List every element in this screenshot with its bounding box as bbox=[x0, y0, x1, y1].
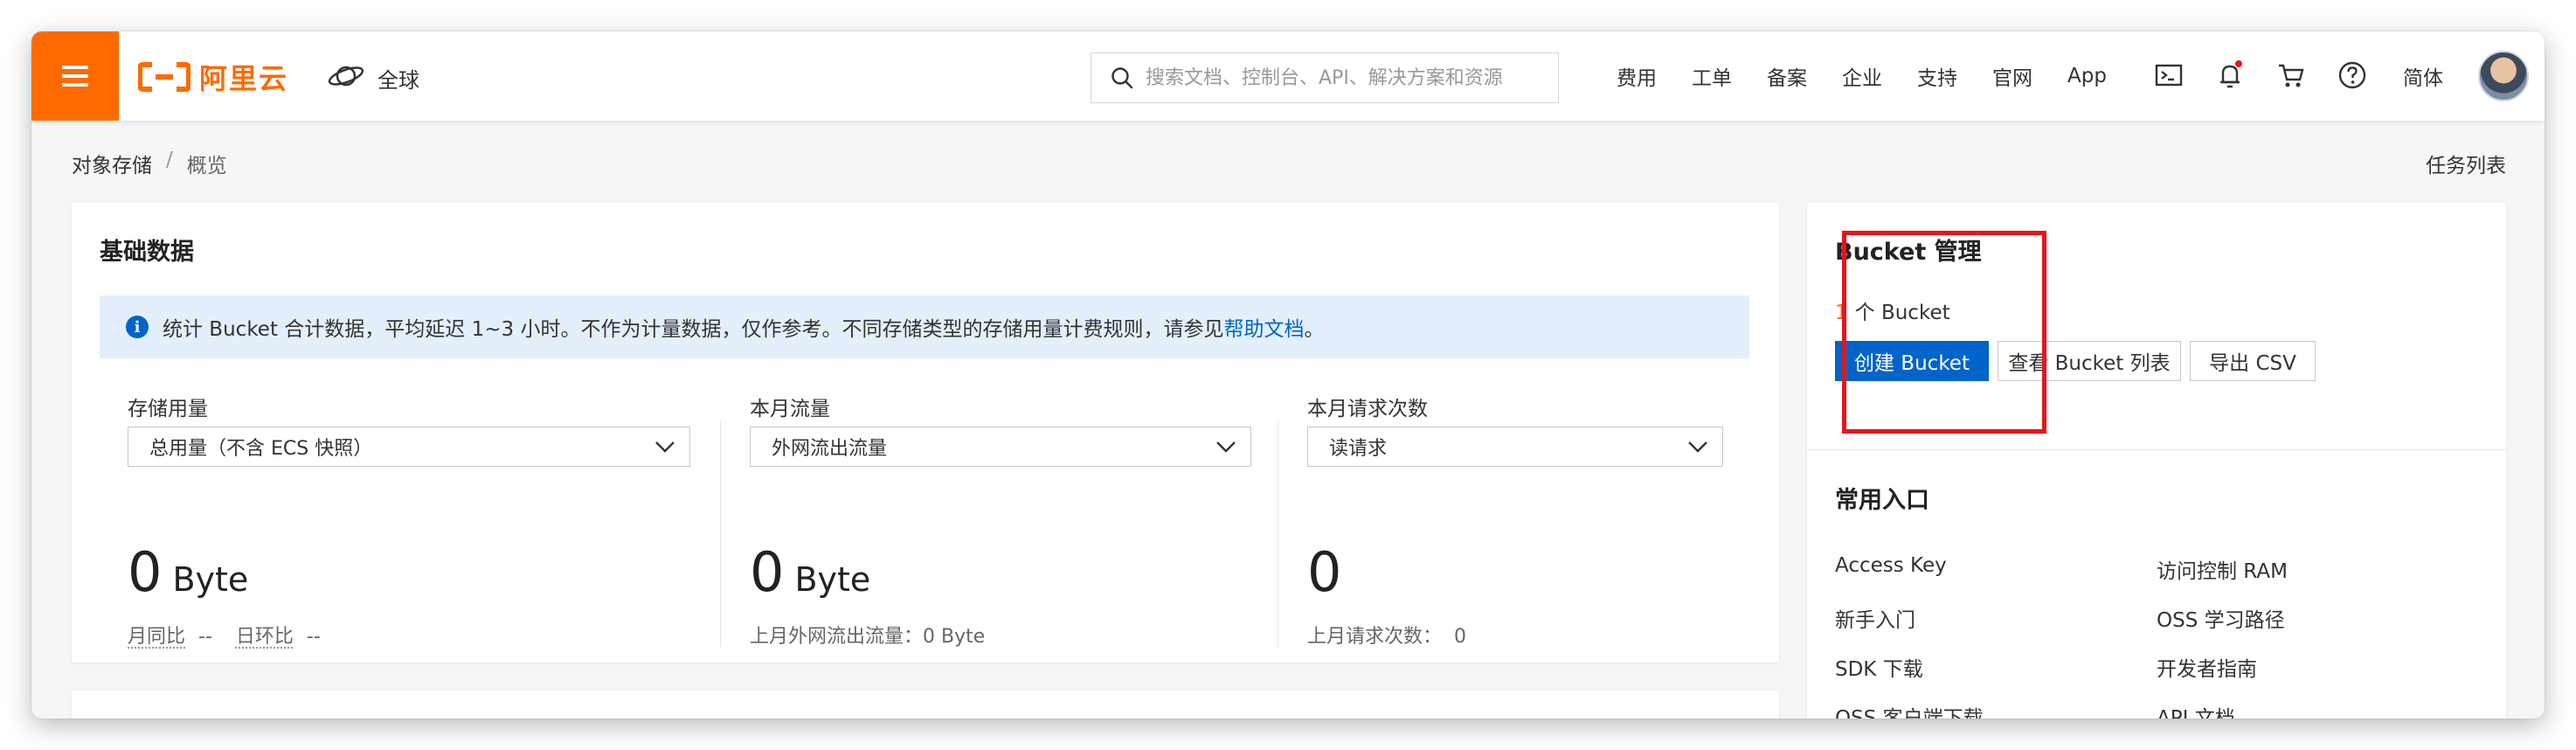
breadcrumb-current: 概览 bbox=[186, 155, 227, 177]
storage-usage-select[interactable]: 总用量（不含 ECS 快照） bbox=[128, 427, 690, 467]
notice-text: 统计 Bucket 合计数据，平均延迟 1~3 小时。不作为计量数据，仅作参考。… bbox=[163, 318, 1325, 341]
quick-link-ram[interactable]: 访问控制 RAM bbox=[2157, 554, 2288, 584]
logo-text: 阿里云 bbox=[199, 62, 289, 95]
breadcrumb: 对象存储 / 概览 bbox=[72, 149, 227, 178]
quick-link-getting-started[interactable]: 新手入门 bbox=[1835, 603, 1915, 633]
planet-icon bbox=[328, 66, 364, 86]
breadcrumb-separator: / bbox=[166, 149, 173, 171]
quick-link-sdk-download[interactable]: SDK 下载 bbox=[1835, 652, 1923, 682]
monthly-traffic-value: 0 Byte bbox=[750, 540, 871, 604]
request-type-select[interactable]: 读请求 bbox=[1307, 427, 1723, 467]
storage-usage-value: 0 Byte bbox=[128, 540, 249, 604]
nav-link-enterprise[interactable]: 企业 bbox=[1842, 61, 1882, 91]
chevron-down-icon bbox=[1216, 441, 1236, 453]
basic-data-title: 基础数据 bbox=[100, 239, 194, 266]
storage-usage-metric: 存储用量 总用量（不含 ECS 快照） 0 Byte 月同比 -- 日环比 -- bbox=[128, 383, 696, 648]
region-selector[interactable]: 全球 bbox=[327, 58, 419, 94]
hamburger-icon bbox=[62, 66, 88, 87]
monthly-requests-metric: 本月请求次数 读请求 0 上月请求次数： 0 bbox=[1307, 383, 1727, 648]
notification-bell-icon[interactable] bbox=[2212, 58, 2247, 93]
nav-link-official-site[interactable]: 官网 bbox=[1992, 61, 2032, 91]
nav-link-app[interactable]: App bbox=[2067, 65, 2107, 87]
search-input[interactable] bbox=[1146, 66, 1548, 89]
info-notice: i 统计 Bucket 合计数据，平均延迟 1~3 小时。不作为计量数据，仅作参… bbox=[100, 295, 1749, 358]
chevron-down-icon bbox=[655, 441, 675, 453]
basic-data-card: 基础数据 i 统计 Bucket 合计数据，平均延迟 1~3 小时。不作为计量数… bbox=[72, 203, 1779, 663]
help-doc-link[interactable]: 帮助文档 bbox=[1223, 318, 1304, 341]
highlight-box bbox=[1842, 231, 2046, 434]
quick-link-developer-guide[interactable]: 开发者指南 bbox=[2157, 652, 2257, 682]
storage-usage-label: 存储用量 bbox=[128, 398, 208, 420]
hamburger-menu-button[interactable] bbox=[31, 31, 119, 121]
search-icon bbox=[1111, 67, 1133, 89]
metric-divider bbox=[720, 421, 721, 647]
aliyun-bracket-logo-icon bbox=[138, 62, 190, 92]
aliyun-logo[interactable]: 阿里云 bbox=[138, 59, 289, 95]
export-csv-button[interactable]: 导出 CSV bbox=[2190, 341, 2316, 381]
global-search-box[interactable] bbox=[1091, 52, 1559, 103]
storage-usage-compare: 月同比 -- 日环比 -- bbox=[128, 626, 321, 648]
header-nav-links: 费用 工单 备案 企业 支持 官网 App bbox=[1617, 61, 2142, 91]
monthly-requests-value: 0 bbox=[1307, 540, 1342, 604]
quick-link-client-download[interactable]: OSS 客户端下载 bbox=[1835, 701, 1984, 719]
user-avatar[interactable] bbox=[2478, 51, 2529, 101]
nav-link-icp-filing[interactable]: 备案 bbox=[1767, 61, 1807, 91]
breadcrumb-oss[interactable]: 对象存储 bbox=[72, 149, 152, 178]
top-navigation-bar: 阿里云 全球 费用 工单 备案 企业 支持 官网 App bbox=[31, 31, 2545, 121]
language-switch[interactable]: 简体 bbox=[2403, 61, 2443, 91]
help-question-icon[interactable] bbox=[2335, 58, 2370, 93]
nav-link-billing[interactable]: 费用 bbox=[1617, 61, 1657, 91]
task-list-link[interactable]: 任务列表 bbox=[2426, 149, 2506, 178]
quick-link-api-docs[interactable]: API 文档 bbox=[2157, 701, 2235, 719]
traffic-type-select[interactable]: 外网流出流量 bbox=[750, 427, 1251, 467]
info-icon: i bbox=[126, 316, 149, 338]
terminal-icon[interactable] bbox=[2151, 58, 2186, 93]
nav-link-support[interactable]: 支持 bbox=[1917, 61, 1957, 91]
monthly-traffic-metric: 本月流量 外网流出流量 0 Byte 上月外网流出流量：0 Byte bbox=[750, 383, 1257, 648]
chevron-down-icon bbox=[1688, 441, 1707, 453]
section-divider bbox=[1807, 449, 2506, 450]
quick-link-learning-path[interactable]: OSS 学习路径 bbox=[2157, 603, 2285, 633]
console-window: 阿里云 全球 费用 工单 备案 企业 支持 官网 App bbox=[31, 31, 2545, 719]
last-month-requests: 上月请求次数： 0 bbox=[1307, 626, 1466, 648]
last-month-traffic: 上月外网流出流量：0 Byte bbox=[750, 626, 986, 648]
region-label: 全球 bbox=[377, 68, 419, 93]
nav-link-tickets[interactable]: 工单 bbox=[1692, 61, 1732, 91]
secondary-card bbox=[72, 691, 1779, 719]
day-over-day-label[interactable]: 日环比 bbox=[236, 626, 294, 648]
common-entry-title: 常用入口 bbox=[1835, 487, 1929, 514]
month-over-month-label[interactable]: 月同比 bbox=[128, 626, 185, 648]
shopping-cart-icon[interactable] bbox=[2274, 58, 2309, 93]
quick-link-access-key[interactable]: Access Key bbox=[1835, 554, 1947, 577]
monthly-traffic-label: 本月流量 bbox=[750, 398, 830, 420]
monthly-requests-label: 本月请求次数 bbox=[1307, 398, 1428, 420]
